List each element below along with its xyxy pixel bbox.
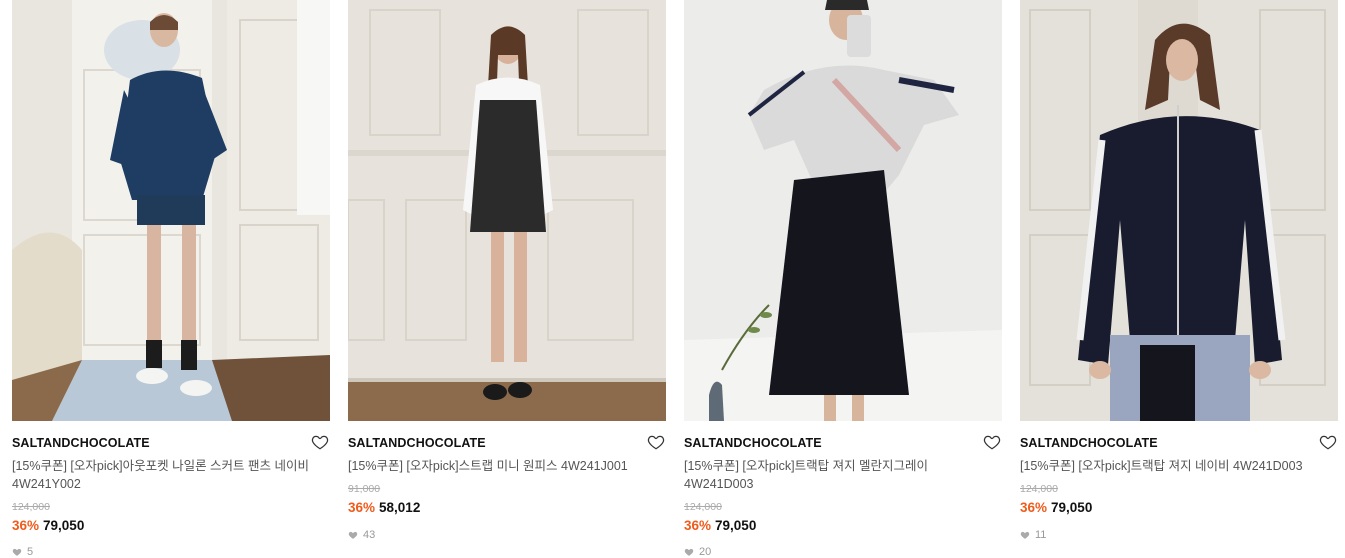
original-price: 124,000 xyxy=(1020,483,1058,495)
product-title[interactable]: [15%쿠폰] [오자pick]트랙탑 져지 네이비 4W241D003 xyxy=(1020,457,1330,475)
discount-rate: 36% xyxy=(1020,500,1048,515)
product-title[interactable]: [15%쿠폰] [오자pick]트랙탑 져지 멜란지그레이 4W241D003 xyxy=(684,457,994,493)
product-card[interactable]: SALTANDCHOCOLATE [15%쿠폰] [오자pick]트랙탑 져지 … xyxy=(684,0,1002,558)
discount-rate: 36% xyxy=(348,500,376,515)
brand-row: SALTANDCHOCOLATE xyxy=(348,433,666,455)
product-card[interactable]: SALTANDCHOCOLATE [15%쿠폰] [오자pick]아웃포켓 나일… xyxy=(12,0,330,558)
sale-price: 79,050 xyxy=(1051,500,1093,515)
wishlist-heart-icon[interactable] xyxy=(1319,433,1337,451)
product-title[interactable]: [15%쿠폰] [오자pick]아웃포켓 나일론 스커트 팬츠 네이비 4W24… xyxy=(12,457,322,493)
discount-rate: 36% xyxy=(12,518,40,533)
product-card[interactable]: SALTANDCHOCOLATE [15%쿠폰] [오자pick]트랙탑 져지 … xyxy=(1020,0,1338,554)
product-image[interactable] xyxy=(348,0,666,421)
brand-row: SALTANDCHOCOLATE xyxy=(12,433,330,455)
brand-name[interactable]: SALTANDCHOCOLATE xyxy=(684,436,822,450)
like-count: 20 xyxy=(684,546,711,558)
sale-price: 79,050 xyxy=(43,518,85,533)
brand-row: SALTANDCHOCOLATE xyxy=(1020,433,1338,455)
discount-rate: 36% xyxy=(684,518,712,533)
like-count-value: 11 xyxy=(1035,529,1047,541)
heart-filled-icon xyxy=(684,548,694,556)
sale-price: 79,050 xyxy=(715,518,757,533)
product-image[interactable] xyxy=(1020,0,1338,421)
like-count: 43 xyxy=(348,529,375,541)
wishlist-heart-icon[interactable] xyxy=(647,433,665,451)
price-row: 36% 79,050 xyxy=(1020,500,1092,515)
like-count: 11 xyxy=(1020,529,1046,541)
brand-name[interactable]: SALTANDCHOCOLATE xyxy=(12,436,150,450)
like-count-value: 20 xyxy=(699,546,712,558)
heart-filled-icon xyxy=(1020,531,1030,539)
brand-name[interactable]: SALTANDCHOCOLATE xyxy=(348,436,486,450)
product-image[interactable] xyxy=(684,0,1002,421)
heart-filled-icon xyxy=(12,548,22,556)
brand-row: SALTANDCHOCOLATE xyxy=(684,433,1002,455)
product-grid: SALTANDCHOCOLATE [15%쿠폰] [오자pick]아웃포켓 나일… xyxy=(0,0,1345,558)
sale-price: 58,012 xyxy=(379,500,421,515)
like-count-value: 43 xyxy=(363,529,376,541)
brand-name[interactable]: SALTANDCHOCOLATE xyxy=(1020,436,1158,450)
price-row: 36% 79,050 xyxy=(12,518,84,533)
wishlist-heart-icon[interactable] xyxy=(983,433,1001,451)
price-row: 36% 79,050 xyxy=(684,518,756,533)
wishlist-heart-icon[interactable] xyxy=(311,433,329,451)
original-price: 124,000 xyxy=(12,501,50,513)
heart-filled-icon xyxy=(348,531,358,539)
product-title[interactable]: [15%쿠폰] [오자pick]스트랩 미니 원피스 4W241J001 xyxy=(348,457,658,475)
product-card[interactable]: SALTANDCHOCOLATE [15%쿠폰] [오자pick]스트랩 미니 … xyxy=(348,0,666,554)
original-price: 91,000 xyxy=(348,483,381,495)
product-image[interactable] xyxy=(12,0,330,421)
like-count-value: 5 xyxy=(27,546,34,558)
like-count: 5 xyxy=(12,546,33,558)
original-price: 124,000 xyxy=(684,501,722,513)
price-row: 36% 58,012 xyxy=(348,500,420,515)
